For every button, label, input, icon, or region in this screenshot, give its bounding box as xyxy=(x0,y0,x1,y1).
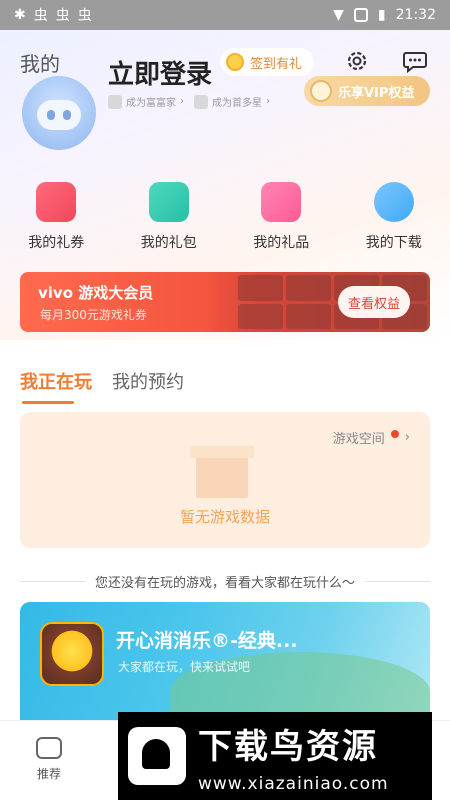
banner-title: vivo 游戏大会员 xyxy=(38,284,154,302)
shortcut-coupons[interactable]: 我的礼券 xyxy=(6,182,106,252)
shortcut-label: 我的礼券 xyxy=(28,235,85,251)
game-space-label: 游戏空间 xyxy=(332,432,385,447)
shortcut-label: 我的下载 xyxy=(365,235,422,251)
member-banner[interactable]: vivo 游戏大会员 每月300元游戏礼券 查看权益 xyxy=(20,272,430,332)
game-app-icon[interactable] xyxy=(40,622,104,686)
badge-icon xyxy=(194,94,208,109)
badge-label: 成为富富家 xyxy=(126,98,176,109)
badge-icon xyxy=(108,94,122,109)
message-svg xyxy=(403,52,427,74)
coupon-icon xyxy=(36,182,77,222)
status-bar: ✱ 虫 虫 虫 ▼ ▮ 21:32 xyxy=(0,0,450,30)
vip-icon xyxy=(310,80,332,102)
watermark-overlay: 下载鸟资源 www.xiazainiao.com xyxy=(118,712,432,800)
page-title: 我的 xyxy=(20,52,60,76)
avatar-face xyxy=(37,100,81,130)
suggestion-divider: 您还没有在玩的游戏，看看大家都在玩什么～ xyxy=(20,572,431,591)
status-app-icon: ✱ xyxy=(14,7,26,23)
divider-line xyxy=(20,581,85,582)
watermark-title: 下载鸟资源 xyxy=(198,726,378,767)
tab-bar: 我正在玩 我的预约 xyxy=(20,368,184,404)
game-space-link[interactable]: 游戏空间 › xyxy=(333,428,410,447)
download-cloud-icon xyxy=(373,182,414,222)
vip-benefits-button[interactable]: 乐享VIP权益 xyxy=(304,76,430,106)
nav-label: 推荐 xyxy=(36,767,61,781)
game-subtitle: 大家都在玩，快来试试吧 xyxy=(118,660,251,674)
bird-logo-icon xyxy=(128,727,186,785)
battery-icon: ▮ xyxy=(377,7,386,23)
game-controller-icon xyxy=(36,737,62,759)
red-dot-badge xyxy=(390,429,399,438)
shortcut-label: 我的礼包 xyxy=(140,235,197,251)
gift-package-icon xyxy=(148,182,189,222)
badge-label: 成为首多星 xyxy=(212,98,262,109)
badge-item[interactable]: 成为富富家 › xyxy=(108,94,184,109)
shortcut-gift-packages[interactable]: 我的礼包 xyxy=(119,182,219,252)
view-benefits-button[interactable]: 查看权益 xyxy=(337,286,410,318)
divider-line xyxy=(365,581,431,582)
empty-state-text: 暂无游戏数据 xyxy=(179,508,270,526)
nav-recommend[interactable]: 推荐 xyxy=(36,737,62,782)
gift-bag-icon xyxy=(261,182,302,222)
shortcut-label: 我的礼品 xyxy=(253,235,310,251)
tab-playing[interactable]: 我正在玩 xyxy=(20,368,92,404)
status-indicator: 虫 xyxy=(77,8,92,24)
shortcut-gifts[interactable]: 我的礼品 xyxy=(231,182,331,252)
shortcut-downloads[interactable]: 我的下载 xyxy=(344,182,444,252)
suggestion-text: 您还没有在玩的游戏，看看大家都在玩什么～ xyxy=(95,576,356,591)
status-indicator: 虫 xyxy=(55,8,70,24)
vip-label: 乐享VIP权益 xyxy=(338,85,415,101)
chevron-right-icon: › xyxy=(404,430,410,445)
profile-header: 我的 立即登录 签到有礼 成为富富家 › 成为首多星 › 乐享VIP权益 xyxy=(0,30,450,170)
settings-gear-icon[interactable] xyxy=(342,46,372,76)
empty-box-icon xyxy=(190,446,254,498)
status-indicator: 虫 xyxy=(33,8,48,24)
signin-reward-button[interactable]: 签到有礼 xyxy=(220,48,315,76)
banner-subtitle: 每月300元游戏礼券 xyxy=(40,308,147,322)
avatar-eye xyxy=(47,110,55,120)
gear-svg xyxy=(347,51,367,71)
status-time: 21:32 xyxy=(395,7,436,23)
badge-row: 成为富富家 › 成为首多星 › xyxy=(108,94,270,109)
tab-reservations[interactable]: 我的预约 xyxy=(112,368,184,404)
wifi-icon: ▼ xyxy=(333,7,344,23)
featured-game-card[interactable]: 开心消消乐®-经典... 大家都在玩，快来试试吧 xyxy=(20,602,430,722)
message-bubble-icon[interactable] xyxy=(400,46,430,76)
login-button[interactable]: 立即登录 xyxy=(108,54,212,91)
empty-games-card: 游戏空间 › 暂无游戏数据 xyxy=(20,412,430,548)
notification-icon xyxy=(353,8,368,22)
avatar-eye xyxy=(63,110,71,120)
signin-label: 签到有礼 xyxy=(250,56,303,72)
avatar[interactable] xyxy=(22,76,96,150)
watermark-url: www.xiazainiao.com xyxy=(198,773,389,794)
game-title: 开心消消乐®-经典... xyxy=(116,630,298,652)
coin-icon xyxy=(226,53,244,71)
shortcut-row: 我的礼券 我的礼包 我的礼品 我的下载 xyxy=(0,182,450,252)
badge-item[interactable]: 成为首多星 › xyxy=(194,94,270,109)
